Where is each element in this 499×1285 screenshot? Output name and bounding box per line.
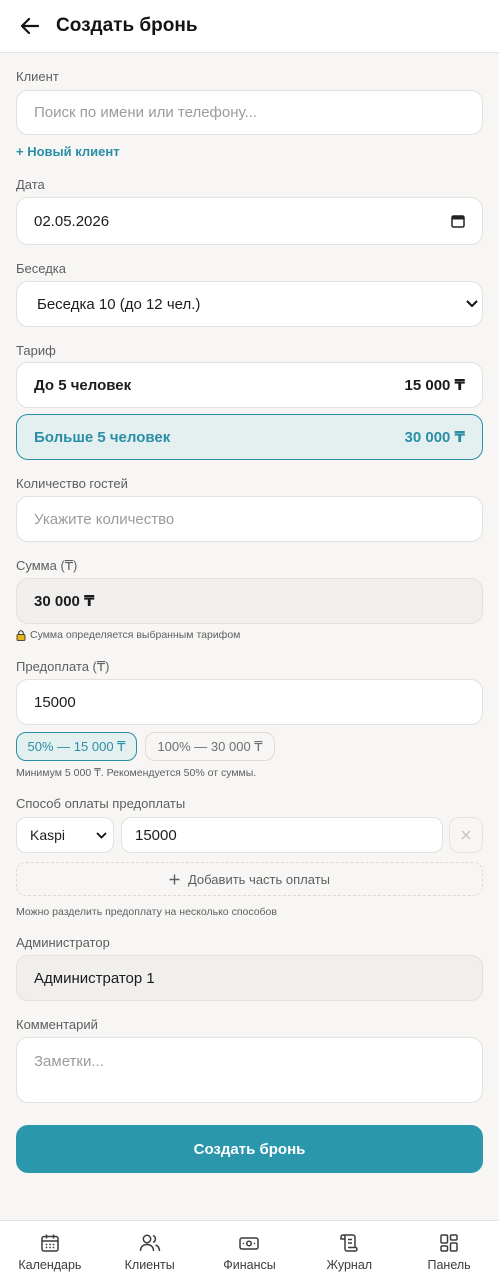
admin-value: Администратор 1 [34,969,155,987]
plus-icon [169,874,180,884]
nav-item-label: Календарь [18,1258,82,1272]
nav-item-calendar[interactable]: Календарь [0,1221,100,1285]
tariff-label: Тариф [16,343,56,358]
nav-item-label: Журнал [326,1258,373,1272]
bottom-nav: Календарь Клиенты Финансы Журнал Панель [0,1220,499,1285]
payment-method-select[interactable]: Kaspi [16,817,114,853]
payment-amount-input[interactable]: 15000 [121,817,443,853]
tariff-name: Больше 5 человек [34,428,171,446]
prepayment-value: 15000 [34,693,76,711]
payment-method-value: Kaspi [30,827,66,843]
payment-amount-value: 15000 [135,826,177,844]
sum-note: Сумма определяется выбранным тарифом [16,629,240,642]
nav-item-journal[interactable]: Журнал [299,1221,399,1285]
new-client-link[interactable]: + Новый клиент [16,144,120,160]
prepayment-hint: Минимум 5 000 ₸. Рекомендуется 50% от су… [16,767,257,779]
date-value: 02.05.2026 [34,212,110,230]
comment-label: Комментарий [16,1017,98,1032]
add-payment-part-button[interactable]: Добавить часть оплаты [16,862,483,896]
sum-label: Сумма (₸) [16,558,78,573]
create-booking-button[interactable]: Создать бронь [16,1125,483,1173]
payment-method-hint: Можно разделить предоплату на несколько … [16,906,277,918]
date-label: Дата [16,177,45,192]
users-icon [139,1234,160,1252]
nav-item-panel[interactable]: Панель [399,1221,499,1285]
close-icon [461,830,471,840]
comment-placeholder: Заметки... [34,1053,104,1070]
gazebo-select[interactable]: Беседка 10 (до 12 чел.) [16,281,483,327]
tariff-price: 30 000 ₸ [404,429,465,446]
nav-item-clients[interactable]: Клиенты [100,1221,200,1285]
gazebo-label: Беседка [16,261,66,276]
nav-item-finance[interactable]: Финансы [200,1221,300,1285]
lock-icon [16,630,26,641]
admin-label: Администратор [16,935,110,950]
tariff-name: До 5 человек [34,376,132,394]
dashboard-icon [440,1234,458,1252]
page-title: Создать бронь [56,15,198,36]
prepayment-input[interactable]: 15000 [16,679,483,725]
tariff-option-more-than-5[interactable]: Больше 5 человек 30 000 ₸ [16,414,483,460]
guests-placeholder: Укажите количество [34,510,175,528]
sum-note-text: Сумма определяется выбранным тарифом [30,629,241,641]
calendar-icon [41,1234,59,1252]
client-label: Клиент [16,69,59,84]
nav-item-label: Финансы [223,1258,276,1272]
sum-field: 30 000 ₸ [16,578,483,624]
payment-method-label: Способ оплаты предоплаты [16,796,186,811]
add-payment-part-label: Добавить часть оплаты [187,871,330,887]
back-button[interactable] [18,14,42,38]
gazebo-value: Беседка 10 (до 12 чел.) [37,295,201,313]
nav-item-label: Клиенты [124,1258,175,1272]
arrow-left-icon [21,18,39,34]
calendar-picker-icon[interactable] [451,214,465,228]
prepayment-50-chip[interactable]: 50% — 15 000 ₸ [16,732,137,761]
date-input[interactable]: 02.05.2026 [16,197,483,245]
journal-icon [340,1234,359,1252]
top-bar: Создать бронь [0,0,499,53]
tariff-option-up-to-5[interactable]: До 5 человек 15 000 ₸ [16,362,483,408]
remove-payment-button[interactable] [449,817,483,853]
chevron-down-icon [96,831,107,839]
money-icon [239,1237,260,1250]
chevron-down-icon [466,300,478,308]
prepayment-label: Предоплата (₸) [16,659,110,674]
client-search-placeholder: Поиск по имени или телефону... [34,104,258,121]
sum-value: 30 000 ₸ [34,593,95,610]
guests-input[interactable]: Укажите количество [16,496,483,542]
comment-textarea[interactable]: Заметки... [16,1037,483,1103]
client-search-input[interactable]: Поиск по имени или телефону... [16,90,483,135]
guests-label: Количество гостей [16,476,128,491]
admin-field: Администратор 1 [16,955,483,1001]
prepayment-100-chip[interactable]: 100% — 30 000 ₸ [145,732,275,761]
tariff-price: 15 000 ₸ [404,377,465,394]
nav-item-label: Панель [427,1258,471,1272]
